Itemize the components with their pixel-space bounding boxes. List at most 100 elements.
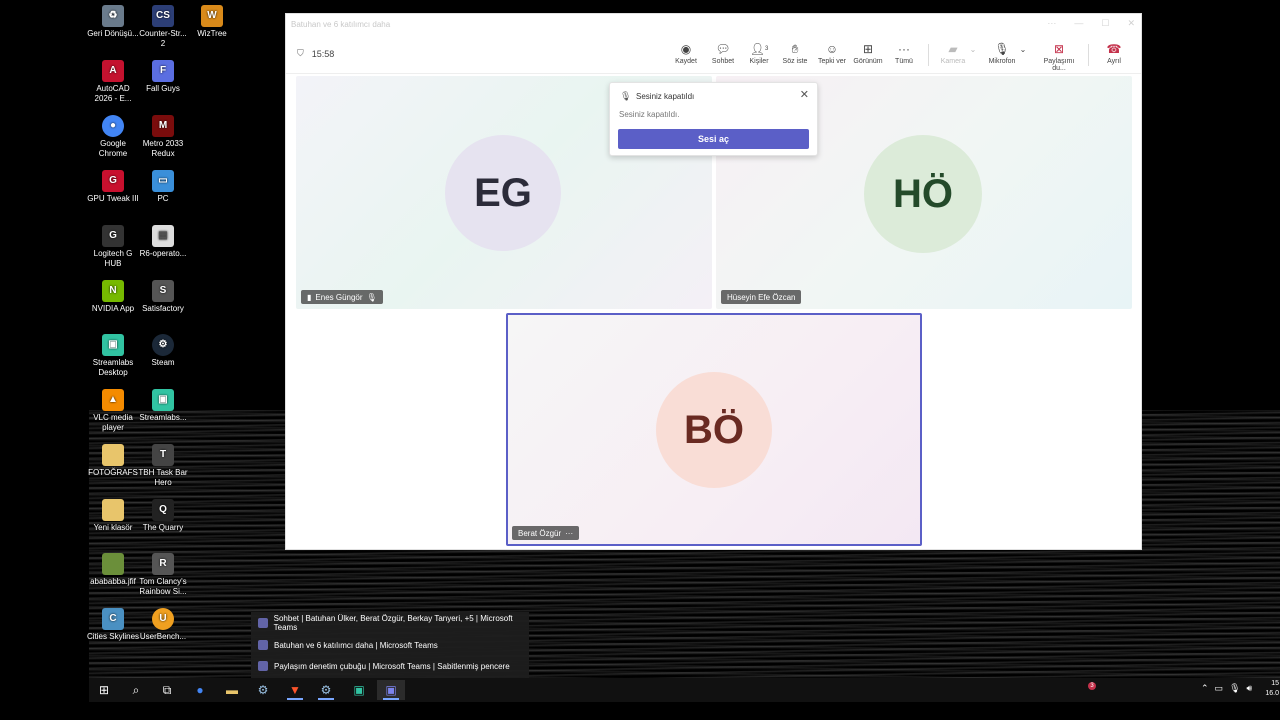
desktop-icon-the-quarry[interactable]: Q The Quarry: [137, 499, 189, 533]
windows-icon: ⊞: [98, 683, 110, 697]
taskbar-file-explorer[interactable]: ▬: [218, 680, 246, 700]
stop-share-button[interactable]: ⊠ Paylaşımı du...: [1037, 40, 1081, 72]
taskbar-brave[interactable]: ▼: [281, 680, 309, 700]
counter-strike-icon: CS: [152, 5, 174, 27]
volume-icon[interactable]: 🔊︎: [1247, 683, 1253, 694]
preview-item-meeting[interactable]: Batuhan ve 6 katılımcı daha | Microsoft …: [258, 638, 438, 652]
toolbar-separator: [1088, 44, 1089, 66]
desktop-icon-logitech[interactable]: G Logitech G HUB: [87, 225, 139, 269]
taskbar-chrome[interactable]: ●: [186, 680, 214, 700]
people-button[interactable]: 👤︎ 3 Kişiler: [741, 40, 777, 65]
notification-badge: 3: [1088, 682, 1096, 690]
avatar: HÖ: [864, 135, 982, 253]
window-more-icon[interactable]: ···: [1047, 18, 1056, 29]
shield-icon: ⛉: [297, 48, 304, 58]
camera-options-chevron[interactable]: ⌄: [966, 40, 980, 58]
autocad-icon: A: [102, 60, 124, 82]
minimize-icon[interactable]: —: [1074, 18, 1083, 29]
signal-icon: ▮: [307, 292, 312, 302]
desktop-icon-autocad[interactable]: A AutoCAD 2026 - E...: [87, 60, 139, 104]
meeting-timer: ⛉ 15:58: [297, 48, 334, 59]
desktop-icon-r6-file[interactable]: ▤ R6-operato...: [137, 225, 189, 259]
fall-guys-icon: F: [152, 60, 174, 82]
taskbar-streamlabs[interactable]: ▣: [345, 680, 373, 700]
taskbar-steam-2[interactable]: ⚙: [312, 680, 340, 700]
vlc-icon: ▲: [102, 389, 124, 411]
desktop-icon-abababba[interactable]: abababba.jfif: [87, 553, 139, 587]
steam-icon: ⚙: [257, 683, 269, 697]
teams-taskbar-preview: Sohbet | Batuhan Ülker, Berat Özgür, Ber…: [251, 612, 529, 678]
chevron-down-icon: ⌄: [1019, 44, 1027, 54]
taskbar-steam[interactable]: ⚙: [249, 680, 277, 700]
streamlabs-icon: ▣: [152, 389, 174, 411]
desktop-icon-nvidia[interactable]: N NVIDIA App: [87, 280, 139, 314]
desktop-icon-metro[interactable]: M Metro 2033 Redux: [137, 115, 189, 159]
pc-icon: ▭: [152, 170, 174, 192]
desktop-icon-fotografs[interactable]: FOTOĞRAFS: [87, 444, 139, 478]
desktop-icon-gpu-tweak[interactable]: G GPU Tweak III: [87, 170, 139, 204]
system-tray: ⌃ ▭ 🎙︎ 🔊︎: [1201, 683, 1252, 694]
mic-button[interactable]: 🎙︎ Mikrofon: [984, 40, 1020, 65]
desktop-icon-fall-guys[interactable]: F Fall Guys: [137, 60, 189, 94]
teams-icon: ▣: [385, 683, 397, 697]
start-button[interactable]: ⊞: [90, 680, 118, 700]
stop-share-icon: ⊠: [1053, 42, 1065, 56]
window-controls: ··· — ☐ ✕: [1047, 18, 1135, 29]
toolbar-separator: [928, 44, 929, 66]
desktop-icon-pc[interactable]: ▭ PC: [137, 170, 189, 204]
participant-name: Berat Özgür: [518, 528, 562, 538]
window-title: Batuhan ve 6 katılımcı daha: [291, 19, 391, 29]
network-icon[interactable]: ▭: [1215, 683, 1224, 694]
desktop-icon-cities-skylines[interactable]: C Cities Skylines: [87, 608, 139, 642]
leave-button[interactable]: ☎︎ Ayrıl: [1096, 40, 1132, 65]
folder-icon: [102, 499, 124, 521]
more-icon[interactable]: ···: [565, 529, 573, 538]
desktop-icon-tbh[interactable]: T TBH Task Bar Hero: [137, 444, 189, 488]
muted-notification: 🎙︎ Sesiniz kapatıldı ✕ Sesiniz kapatıldı…: [609, 82, 818, 156]
teams-icon: [258, 640, 268, 650]
record-button[interactable]: ◉ Kaydet: [668, 40, 704, 65]
chrome-icon: ●: [196, 683, 204, 697]
participant-tile-bo[interactable]: BÖ Berat Özgür ···: [506, 313, 922, 546]
taskbar-teams[interactable]: ▣: [377, 680, 405, 700]
steam-icon: ⚙: [152, 334, 174, 356]
desktop-icon-yeni-klasor[interactable]: Yeni klasör: [87, 499, 139, 533]
desktop-icon-counter-strike[interactable]: CS Counter-Str... 2: [137, 5, 189, 49]
desktop-icon-chrome[interactable]: ● Google Chrome: [87, 115, 139, 159]
desktop-icon-rainbow-six[interactable]: R Tom Clancy's Rainbow Si...: [137, 553, 189, 597]
search-button[interactable]: ⌕: [122, 680, 150, 700]
brave-icon: ▼: [289, 683, 301, 697]
desktop-icon-streamlabs-2[interactable]: ▣ Streamlabs...: [137, 389, 189, 423]
chevron-down-icon: ⌄: [969, 44, 977, 54]
desktop-icon-wiztree[interactable]: W WizTree: [186, 5, 238, 39]
desktop-icon-userbench[interactable]: U UserBench...: [137, 608, 189, 642]
close-icon[interactable]: ✕: [1127, 18, 1135, 29]
desktop-icon-vlc[interactable]: ▲ VLC media player: [87, 389, 139, 433]
desktop-icon-streamlabs[interactable]: ▣ Streamlabs Desktop: [87, 334, 139, 378]
clock[interactable]: 15 16.0: [1261, 679, 1279, 699]
unmute-button[interactable]: Sesi aç: [618, 129, 809, 149]
preview-item-chat[interactable]: Sohbet | Batuhan Ülker, Berat Özgür, Ber…: [258, 614, 529, 632]
chat-button[interactable]: 💬︎ Sohbet: [705, 40, 741, 65]
view-button[interactable]: ⊞ Görünüm: [850, 40, 886, 65]
close-icon[interactable]: ✕: [800, 88, 809, 101]
more-button[interactable]: ··· Tümü: [886, 40, 922, 65]
chevron-up-icon[interactable]: ⌃: [1201, 683, 1209, 694]
raise-hand-button[interactable]: ✋︎ Söz iste: [777, 40, 813, 66]
file-icon: ▤: [152, 225, 174, 247]
more-icon: ···: [898, 42, 910, 56]
microphone-icon[interactable]: 🎙︎: [1229, 683, 1240, 694]
recycle-bin-icon: ♻: [102, 5, 124, 27]
preview-item-share-bar[interactable]: Paylaşım denetim çubuğu | Microsoft Team…: [258, 659, 510, 673]
desktop-icon-recycle-bin[interactable]: ♻ Geri Dönüşü...: [87, 5, 139, 39]
desktop-icon-satisfactory[interactable]: S Satisfactory: [137, 280, 189, 314]
mic-off-icon: 🎙︎: [366, 292, 377, 302]
steam-icon: ⚙: [320, 683, 332, 697]
task-view-button[interactable]: ⧉: [153, 680, 181, 700]
maximize-icon[interactable]: ☐: [1101, 18, 1109, 29]
gpu-tweak-icon: G: [102, 170, 124, 192]
chat-icon: 💬︎: [715, 42, 731, 56]
mic-options-chevron[interactable]: ⌄: [1016, 40, 1030, 58]
desktop-icon-steam[interactable]: ⚙ Steam: [137, 334, 189, 368]
react-button[interactable]: ☺ Tepki ver: [814, 40, 850, 65]
